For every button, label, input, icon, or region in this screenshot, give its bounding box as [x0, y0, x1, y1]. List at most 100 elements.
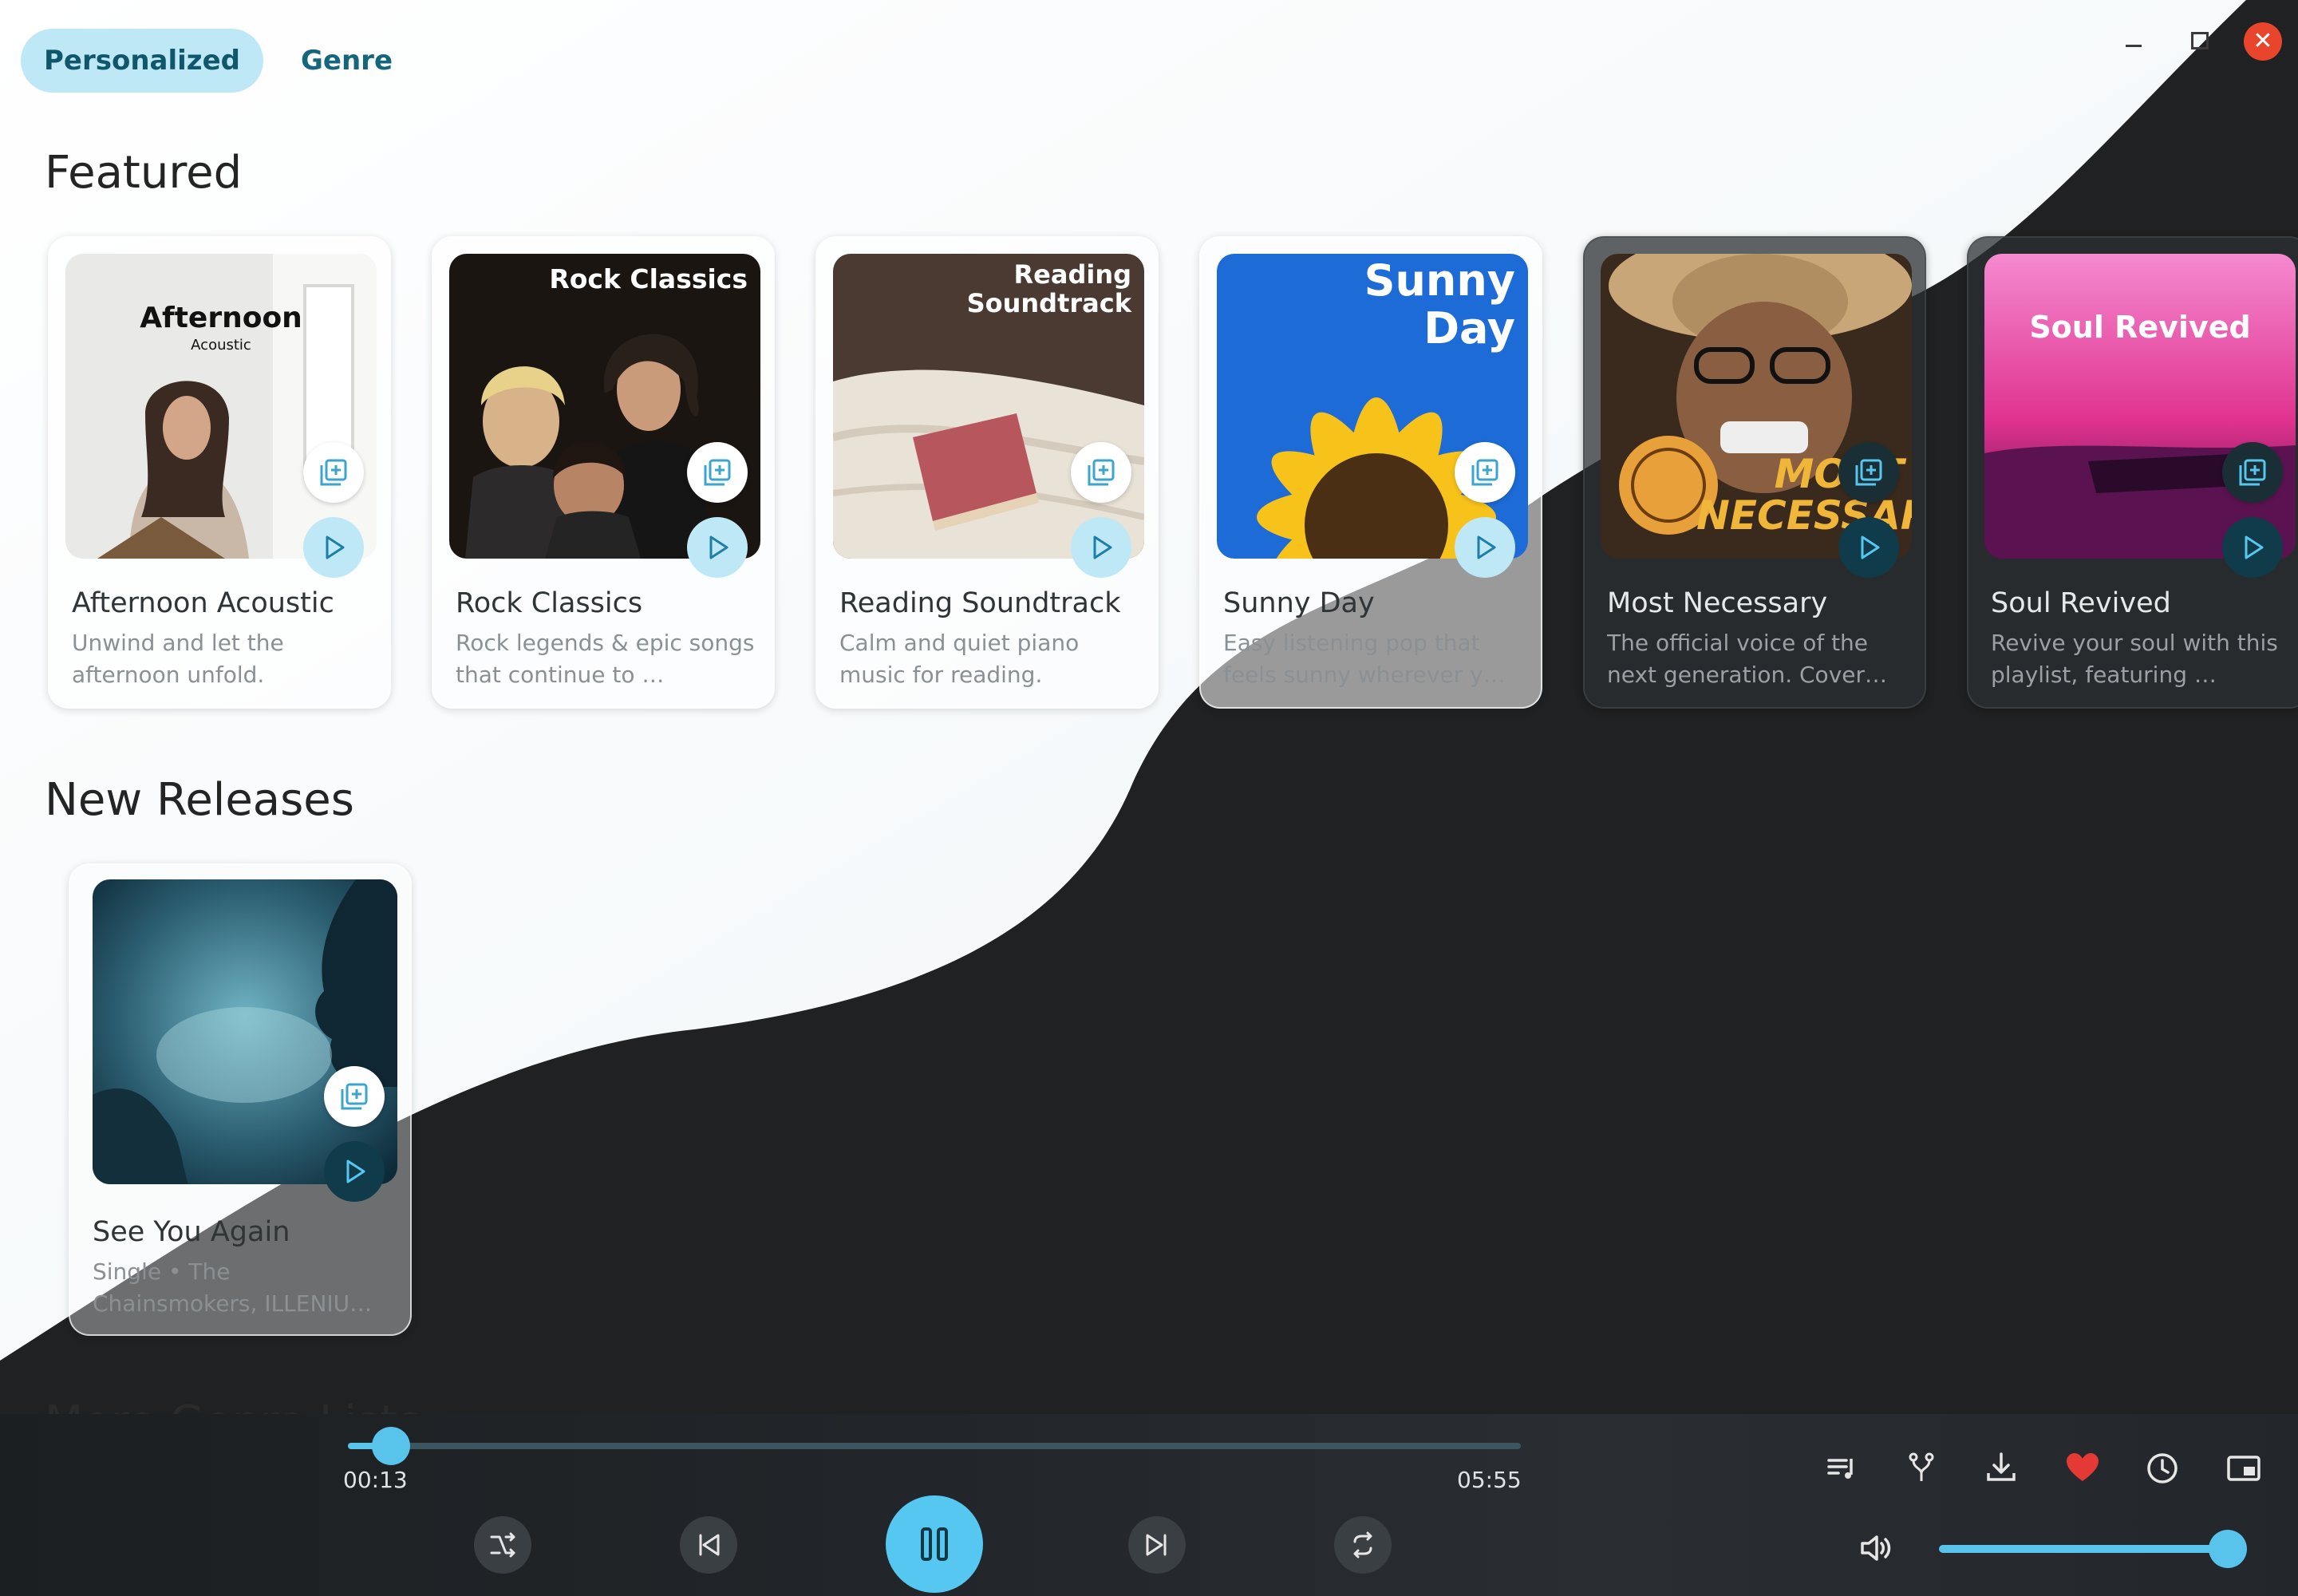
miniplayer-icon	[2227, 1456, 2260, 1481]
card-title: Rock Classics	[456, 587, 643, 619]
add-button[interactable]	[1455, 442, 1515, 503]
card-description: The official voice of the next generatio…	[1607, 630, 1887, 688]
playlist-cover: Reading Soundtrack	[833, 254, 1144, 559]
add-button[interactable]	[303, 442, 364, 503]
skip-previous-icon	[699, 1534, 720, 1556]
minimize-button[interactable]	[2114, 22, 2153, 61]
queue-button[interactable]	[1822, 1449, 1861, 1487]
pause-button[interactable]	[886, 1495, 983, 1593]
play-icon	[1477, 535, 1496, 559]
playlist-cover: Soul Revived	[1984, 254, 2296, 559]
tab-genre[interactable]: Genre	[278, 29, 416, 93]
card-title: Soul Revived	[1991, 587, 2171, 619]
download-icon	[1987, 1452, 2016, 1481]
play-button[interactable]	[303, 517, 364, 578]
volume-button[interactable]	[1858, 1529, 1896, 1567]
cover-title: Rock Classics	[549, 263, 748, 294]
total-time: 05:55	[1457, 1467, 1522, 1493]
play-button[interactable]	[687, 517, 748, 578]
section-title-featured: Featured	[45, 147, 243, 199]
section-title-new-releases: New Releases	[45, 774, 354, 826]
pause-icon	[921, 1527, 948, 1561]
play-button[interactable]	[324, 1141, 385, 1202]
cover-subtitle: Acoustic	[191, 337, 251, 354]
card-title: See You Again	[93, 1216, 290, 1248]
play-button[interactable]	[1071, 517, 1131, 578]
playlist-card[interactable]: Rock Classics Rock Classics Rock legends…	[432, 236, 775, 709]
current-time: 00:13	[343, 1467, 408, 1493]
volume-icon	[1861, 1535, 1891, 1561]
play-button[interactable]	[1455, 517, 1515, 578]
release-cover	[93, 879, 397, 1184]
section-title-more: More Genre Lists	[45, 1396, 421, 1414]
add-to-queue-icon	[1088, 459, 1115, 486]
miniplayer-button[interactable]	[2225, 1449, 2263, 1487]
playlist-cover: Afternoon Acoustic	[65, 254, 377, 559]
close-button[interactable]: ✕	[2244, 22, 2282, 61]
playlist-card[interactable]: MOST NECESSARY Most Necessary The offici…	[1583, 236, 1926, 709]
card-description: Single • The Chainsmokers, ILLENIU…	[93, 1258, 373, 1317]
queue-icon	[1827, 1459, 1853, 1479]
add-to-queue-icon	[2239, 459, 2266, 486]
playlist-card[interactable]: Reading Soundtrack Reading Soundtrack Ca…	[815, 236, 1159, 709]
play-icon	[1861, 535, 1880, 559]
release-card[interactable]: See You Again Single • The Chainsmokers,…	[69, 863, 412, 1336]
fork-icon	[1909, 1452, 1934, 1481]
cover-title: Reading Soundtrack	[966, 259, 1131, 318]
add-to-queue-icon	[341, 1083, 368, 1110]
shuffle-icon	[490, 1532, 515, 1558]
add-button[interactable]	[1838, 442, 1899, 503]
card-description: Revive your soul with this playlist, fea…	[1991, 630, 2278, 688]
cover-title: Afternoon	[140, 302, 302, 334]
main-content[interactable]: Personalized Genre ✕ Featured Afternoon …	[0, 0, 2298, 1414]
history-icon	[2147, 1453, 2178, 1483]
play-icon	[709, 535, 728, 559]
playlist-cover: Rock Classics	[449, 254, 760, 559]
card-title: Sunny Day	[1223, 587, 1375, 619]
card-description: Unwind and let the afternoon unfold.	[72, 630, 284, 688]
add-button[interactable]	[1071, 442, 1131, 503]
history-button[interactable]	[2143, 1449, 2182, 1487]
cover-title: Soul Revived	[2029, 310, 2251, 345]
card-title: Reading Soundtrack	[839, 587, 1121, 619]
tab-personalized[interactable]: Personalized	[21, 29, 263, 93]
repeat-button[interactable]	[1334, 1516, 1392, 1574]
play-button[interactable]	[2222, 517, 2283, 578]
playlist-card[interactable]: Soul Revived Soul Revived Revive your so…	[1967, 236, 2298, 709]
add-to-queue-icon	[704, 459, 731, 486]
playlist-card[interactable]: Afternoon Acoustic Afternoon Acoustic Un…	[48, 236, 391, 709]
play-icon	[326, 535, 345, 559]
card-description: Easy listening pop that feels sunny wher…	[1223, 630, 1506, 688]
play-icon	[346, 1159, 365, 1183]
cover-title: Sunny Day	[1364, 255, 1515, 354]
progress-slider[interactable]	[348, 1427, 1521, 1465]
playlist-cover: MOST NECESSARY	[1601, 254, 1912, 559]
playlist-card[interactable]: Sunny Day Sunny Day Easy listening pop t…	[1199, 236, 1542, 709]
shuffle-button[interactable]	[474, 1516, 531, 1574]
volume-handle[interactable]	[2209, 1530, 2247, 1568]
add-button[interactable]	[2222, 442, 2283, 503]
volume-slider[interactable]	[1939, 1530, 2247, 1568]
skip-next-icon	[1146, 1534, 1167, 1556]
playlist-cover: Sunny Day	[1217, 254, 1528, 559]
favorite-button[interactable]	[2063, 1449, 2102, 1487]
add-to-queue-icon	[1855, 459, 1882, 486]
tab-bar: Personalized Genre	[21, 29, 416, 93]
next-button[interactable]	[1128, 1516, 1186, 1574]
add-button[interactable]	[324, 1066, 385, 1127]
close-icon: ✕	[2253, 27, 2273, 55]
heart-icon	[2067, 1453, 2099, 1481]
play-icon	[2245, 535, 2264, 559]
play-icon	[1093, 535, 1112, 559]
card-description: Calm and quiet piano music for reading.	[839, 630, 1080, 688]
maximize-button[interactable]	[2180, 22, 2218, 61]
card-title: Afternoon Acoustic	[72, 587, 334, 619]
add-button[interactable]	[687, 442, 748, 503]
play-button[interactable]	[1838, 517, 1899, 578]
fork-button[interactable]	[1902, 1449, 1941, 1487]
add-to-queue-icon	[320, 459, 347, 486]
card-title: Most Necessary	[1607, 587, 1828, 619]
card-description: Rock legends & epic songs that continue …	[456, 630, 755, 688]
previous-button[interactable]	[680, 1516, 737, 1574]
download-button[interactable]	[1982, 1449, 2020, 1487]
